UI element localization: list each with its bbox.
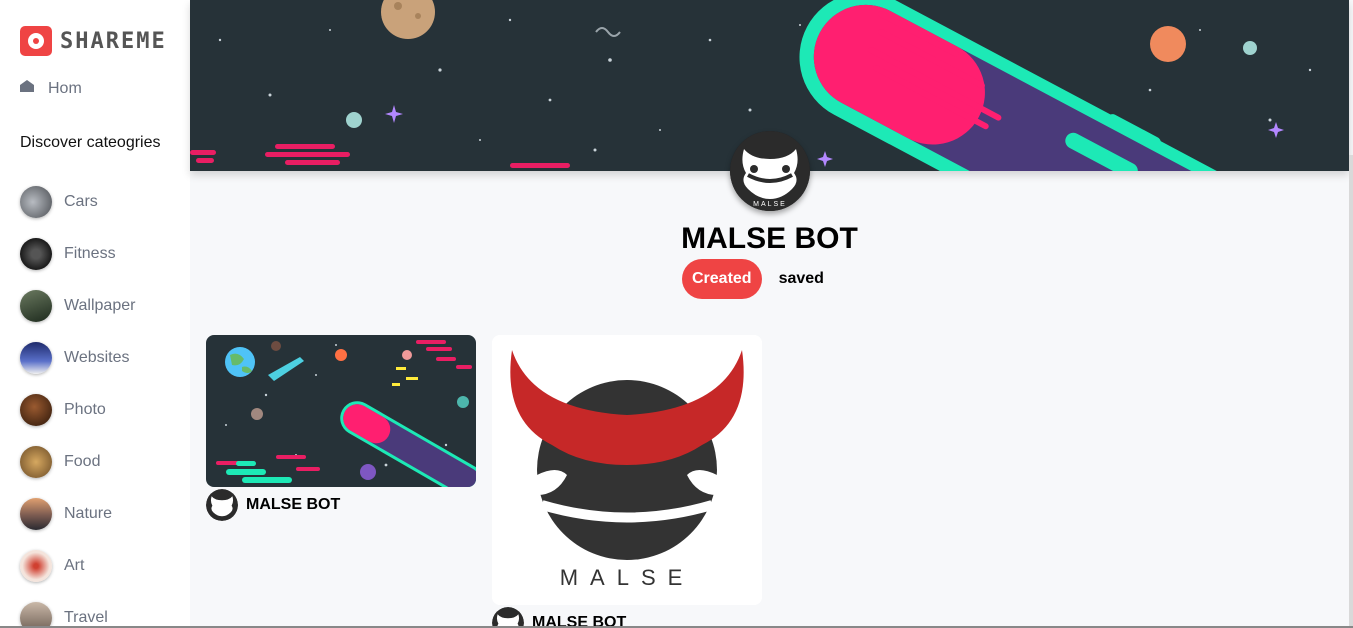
sidebar-item-photo[interactable]: Photo bbox=[20, 384, 135, 436]
pin-author[interactable]: MALSE BOT bbox=[492, 607, 762, 628]
sidebar-item-home[interactable]: Hom bbox=[20, 80, 82, 98]
discover-heading: Discover cateogries bbox=[20, 134, 161, 151]
logo-text: MALSE bbox=[560, 565, 695, 590]
category-thumbnail bbox=[20, 290, 52, 322]
malse-avatar-icon bbox=[206, 489, 238, 521]
malse-avatar-icon bbox=[492, 607, 524, 628]
pin-image[interactable] bbox=[206, 335, 476, 487]
tab-created[interactable]: Created bbox=[682, 259, 762, 299]
pin-author[interactable]: MALSE BOT bbox=[206, 489, 476, 521]
pin-card[interactable]: MALSE BOT bbox=[206, 335, 476, 521]
sidebar-item-websites[interactable]: Websites bbox=[20, 332, 135, 384]
home-icon bbox=[20, 80, 34, 92]
category-thumbnail bbox=[20, 550, 52, 582]
malse-logo-image: MALSE bbox=[492, 335, 762, 605]
category-list: Cars Fitness Wallpaper Websites Photo Fo… bbox=[20, 176, 135, 628]
sidebar-item-art[interactable]: Art bbox=[20, 540, 135, 592]
app-logo[interactable]: SHAREME bbox=[20, 26, 167, 56]
sidebar-item-nature[interactable]: Nature bbox=[20, 488, 135, 540]
sidebar-item-label: Fitness bbox=[64, 245, 116, 262]
sidebar-item-travel[interactable]: Travel bbox=[20, 592, 135, 628]
pin-card[interactable]: MALSE MALSE BOT bbox=[492, 335, 762, 628]
sidebar-item-fitness[interactable]: Fitness bbox=[20, 228, 135, 280]
category-thumbnail bbox=[20, 186, 52, 218]
category-thumbnail bbox=[20, 342, 52, 374]
scrollbar[interactable] bbox=[1349, 155, 1353, 628]
category-thumbnail bbox=[20, 498, 52, 530]
avatar bbox=[492, 607, 524, 628]
sidebar-item-wallpaper[interactable]: Wallpaper bbox=[20, 280, 135, 332]
app-name: SHAREME bbox=[60, 28, 167, 54]
sidebar-item-label: Food bbox=[64, 453, 101, 470]
malse-avatar-icon: MALSE bbox=[730, 131, 810, 211]
category-thumbnail bbox=[20, 238, 52, 270]
avatar bbox=[206, 489, 238, 521]
category-thumbnail bbox=[20, 394, 52, 426]
pin-image[interactable]: MALSE bbox=[492, 335, 762, 605]
profile-name: MALSE BOT bbox=[681, 222, 858, 255]
sidebar-item-label: Nature bbox=[64, 505, 113, 522]
sidebar-item-label: Art bbox=[64, 557, 85, 574]
sidebar: SHAREME Hom Discover cateogries Cars Fit… bbox=[0, 0, 190, 628]
sidebar-item-label: Wallpaper bbox=[64, 297, 136, 314]
sidebar-item-label: Cars bbox=[64, 193, 98, 210]
camera-icon bbox=[20, 26, 52, 56]
profile-avatar: MALSE bbox=[730, 131, 810, 211]
main-content: MALSE MALSE BOT Created saved MALSE BOT … bbox=[190, 0, 1353, 628]
sidebar-item-cars[interactable]: Cars bbox=[20, 176, 135, 228]
sidebar-item-label: Photo bbox=[64, 401, 106, 418]
tab-saved[interactable]: saved bbox=[779, 270, 824, 288]
space-wallpaper-image bbox=[206, 335, 476, 487]
sidebar-item-label: Hom bbox=[48, 80, 82, 97]
category-thumbnail bbox=[20, 446, 52, 478]
sidebar-item-label: Travel bbox=[64, 609, 108, 626]
category-thumbnail bbox=[20, 602, 52, 628]
sidebar-item-food[interactable]: Food bbox=[20, 436, 135, 488]
pin-author-name: MALSE BOT bbox=[246, 496, 341, 513]
profile-tabs: Created saved bbox=[682, 259, 824, 299]
sidebar-item-label: Websites bbox=[64, 349, 130, 366]
avatar-logo-text: MALSE bbox=[753, 201, 787, 208]
